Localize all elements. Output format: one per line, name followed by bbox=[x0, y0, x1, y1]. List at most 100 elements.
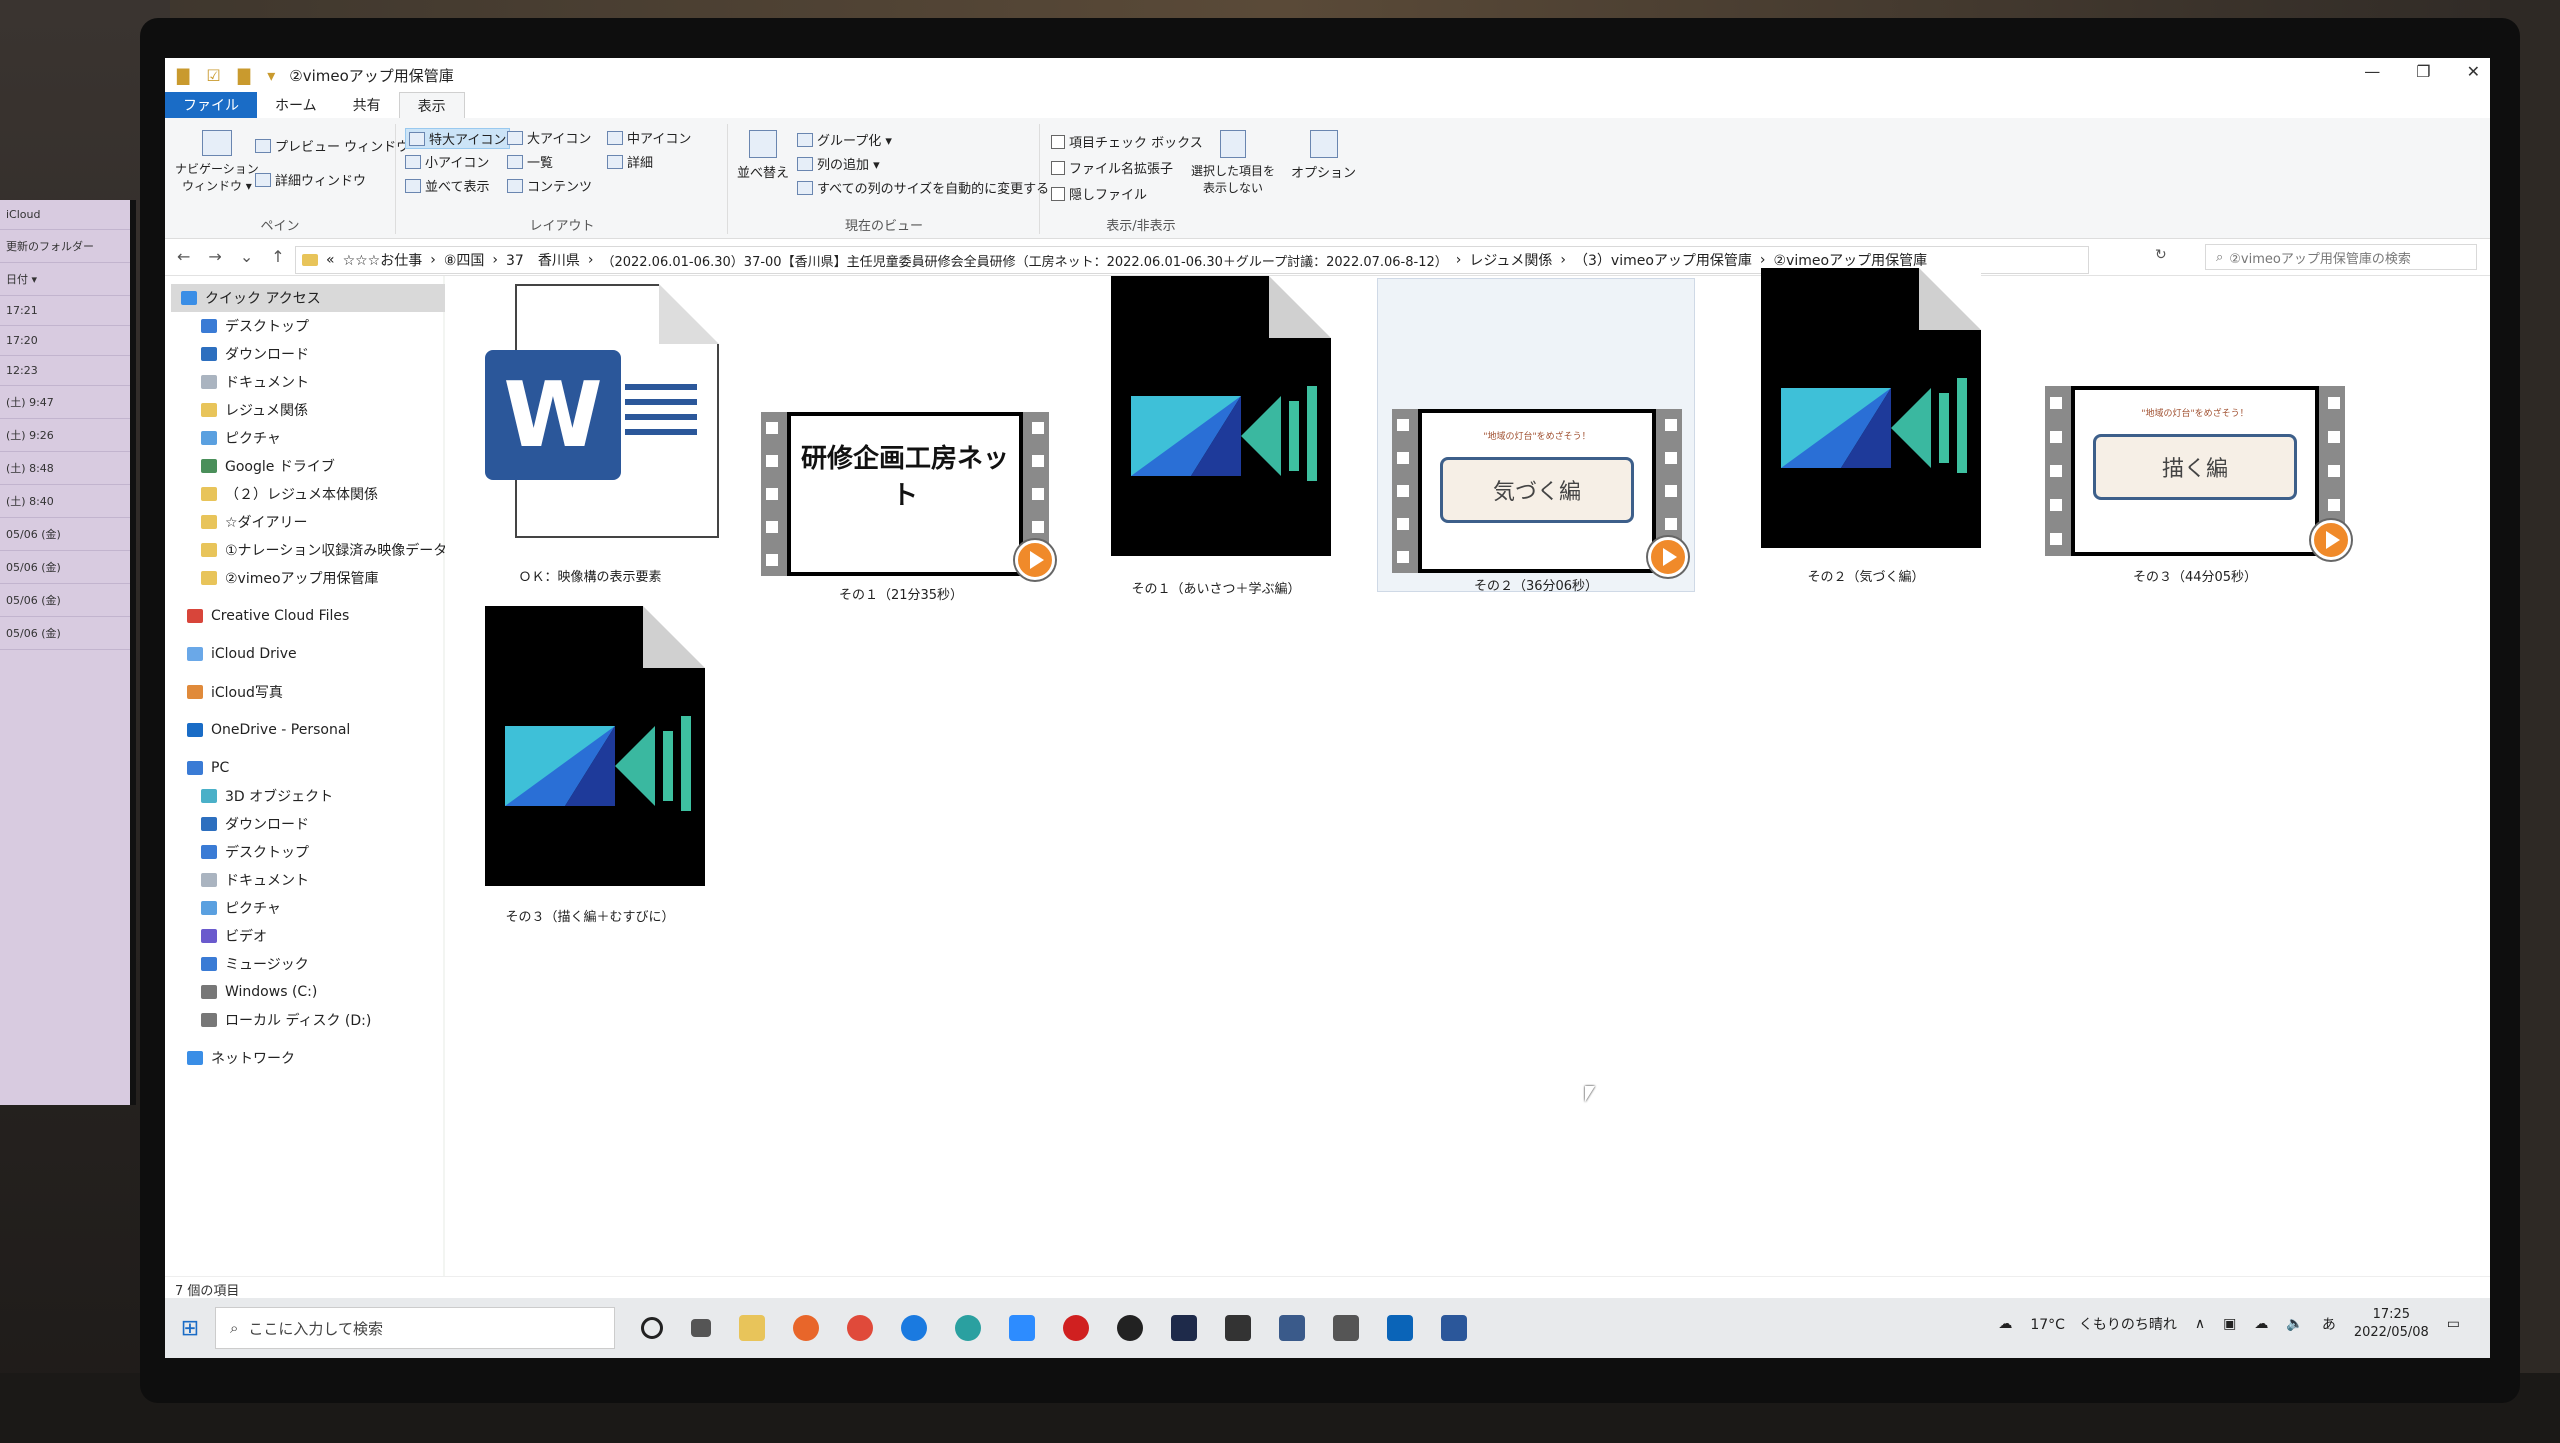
sidebar-item-pictures[interactable]: ピクチャ bbox=[201, 424, 281, 452]
breadcrumb-item[interactable]: ②vimeoアップ用保管庫 bbox=[1774, 250, 1928, 270]
add-columns-button[interactable]: 列の追加 ▾ bbox=[797, 154, 880, 173]
sidebar-pc[interactable]: PC bbox=[187, 754, 229, 782]
layout-details[interactable]: 詳細 bbox=[607, 152, 653, 171]
zoom-icon[interactable] bbox=[1009, 1315, 1035, 1341]
sidebar-icloud-photos[interactable]: iCloud写真 bbox=[187, 678, 283, 706]
windows-start-icon[interactable]: ⊞ bbox=[165, 1316, 215, 1341]
sidebar-item-resume[interactable]: レジュメ関係 bbox=[201, 396, 308, 424]
fit-columns-button[interactable]: すべての列のサイズを自動的に変更する bbox=[797, 178, 1049, 197]
sidebar-pc-item[interactable]: ローカル ディスク (D:) bbox=[201, 1006, 371, 1034]
preview-pane-button[interactable]: プレビュー ウィンドウ bbox=[255, 136, 409, 155]
outlook-icon[interactable] bbox=[1387, 1315, 1413, 1341]
quick-access-toolbar-icon[interactable]: ▇ ☑ ▇ ▾ bbox=[177, 66, 281, 85]
chevron-up-icon[interactable]: ∧ bbox=[2195, 1316, 2205, 1332]
search-box[interactable]: ⌕ ②vimeoアップ用保管庫の検索 bbox=[2205, 244, 2477, 270]
task-view-icon[interactable] bbox=[691, 1319, 711, 1337]
layout-tiles[interactable]: 並べて表示 bbox=[405, 176, 489, 195]
sidebar-network[interactable]: ネットワーク bbox=[187, 1044, 295, 1072]
sidebar-item-folder[interactable]: ②vimeoアップ用保管庫 bbox=[201, 564, 379, 592]
app-icon[interactable] bbox=[1225, 1315, 1251, 1341]
options-button[interactable]: オプション bbox=[1291, 130, 1356, 181]
weather-text[interactable]: 17°C くもりのち晴れ bbox=[2030, 1314, 2177, 1334]
close-button[interactable]: ✕ bbox=[2467, 62, 2480, 81]
layout-medium-icons[interactable]: 中アイコン bbox=[607, 128, 691, 147]
tab-file[interactable]: ファイル bbox=[165, 92, 257, 118]
layout-content[interactable]: コンテンツ bbox=[507, 176, 592, 195]
back-arrow-icon[interactable]: ← bbox=[177, 247, 190, 266]
sidebar-item-folder[interactable]: ☆ダイアリー bbox=[201, 508, 308, 536]
details-pane-button[interactable]: 詳細ウィンドウ bbox=[255, 170, 366, 189]
checkbox[interactable] bbox=[1051, 186, 1065, 201]
powerdirector-taskbar-icon[interactable] bbox=[1171, 1315, 1197, 1341]
sidebar-pc-item[interactable]: 3D オブジェクト bbox=[201, 782, 333, 810]
breadcrumb-item[interactable]: ☆☆☆お仕事 bbox=[343, 250, 423, 270]
layout-list[interactable]: 一覧 bbox=[507, 152, 553, 171]
sidebar-pc-item[interactable]: ビデオ bbox=[201, 922, 267, 950]
sidebar-creative-cloud[interactable]: Creative Cloud Files bbox=[187, 602, 349, 630]
layout-small-icons[interactable]: 小アイコン bbox=[405, 152, 489, 171]
notification-icon[interactable]: ▭ bbox=[2447, 1316, 2460, 1332]
sidebar-item-desktop[interactable]: デスクトップ bbox=[201, 312, 309, 340]
tab-view[interactable]: 表示 bbox=[398, 92, 465, 118]
hidden-files-toggle[interactable]: 隠しファイル bbox=[1051, 184, 1147, 203]
breadcrumb-item[interactable]: （2022.06.01-06.30）37-00【香川県】主任児童委員研修会全員研… bbox=[601, 251, 1447, 270]
sidebar-item-folder[interactable]: ①ナレーション収録済み映像データ bbox=[201, 536, 447, 564]
layout-large-icons[interactable]: 大アイコン bbox=[507, 128, 591, 147]
sidebar-pc-item[interactable]: Windows (C:) bbox=[201, 978, 317, 1006]
sort-button[interactable]: 並べ替え bbox=[737, 130, 789, 181]
breadcrumb-item[interactable]: レジュメ関係 bbox=[1469, 250, 1552, 270]
sidebar-item-google-drive[interactable]: Google ドライブ bbox=[201, 452, 335, 480]
sidebar-item-downloads[interactable]: ダウンロード bbox=[201, 340, 309, 368]
nav-pane-button[interactable]: ナビゲーション ウィンドウ ▾ bbox=[175, 130, 259, 194]
skype-icon[interactable] bbox=[901, 1315, 927, 1341]
file-tile-video[interactable]: 研修企画工房ネット その１（21分35秒） bbox=[751, 284, 1055, 603]
file-tile-powerdirector[interactable]: その２（気づく編） bbox=[1741, 268, 1991, 585]
edge-icon[interactable] bbox=[955, 1315, 981, 1341]
sidebar-pc-item[interactable]: ピクチャ bbox=[201, 894, 281, 922]
item-checkbox-toggle[interactable]: 項目チェック ボックス bbox=[1051, 132, 1203, 151]
file-ext-toggle[interactable]: ファイル名拡張子 bbox=[1051, 158, 1173, 177]
sidebar-pc-item[interactable]: ダウンロード bbox=[201, 810, 309, 838]
cloud-tray-icon[interactable]: ☁ bbox=[2254, 1316, 2268, 1332]
layout-xl-icons[interactable]: 特大アイコン bbox=[405, 128, 511, 149]
checkbox[interactable] bbox=[1051, 160, 1065, 175]
sidebar-icloud-drive[interactable]: iCloud Drive bbox=[187, 640, 297, 668]
file-tile-powerdirector[interactable]: その３（描く編＋むすびに） bbox=[465, 606, 715, 926]
breadcrumb-item[interactable]: （3）vimeoアップ用保管庫 bbox=[1574, 250, 1752, 270]
cortana-icon[interactable] bbox=[641, 1317, 663, 1339]
network-tray-icon[interactable]: ▣ bbox=[2223, 1316, 2236, 1332]
chrome-icon[interactable] bbox=[847, 1315, 873, 1341]
record-icon[interactable] bbox=[1063, 1315, 1089, 1341]
taskbar-search[interactable]: ⌕ ここに入力して検索 bbox=[215, 1307, 615, 1349]
sidebar-onedrive[interactable]: OneDrive - Personal bbox=[187, 716, 350, 744]
sidebar-item-documents[interactable]: ドキュメント bbox=[201, 368, 309, 396]
app-icon[interactable] bbox=[1117, 1315, 1143, 1341]
tab-home[interactable]: ホーム bbox=[257, 92, 335, 118]
sidebar-item-folder[interactable]: （２）レジュメ本体関係 bbox=[201, 480, 378, 508]
group-by-button[interactable]: グループ化 ▾ bbox=[797, 130, 892, 149]
app-icon[interactable] bbox=[1279, 1315, 1305, 1341]
hide-selected-button[interactable]: 選択した項目を 表示しない bbox=[1191, 130, 1275, 196]
minimize-button[interactable]: — bbox=[2364, 62, 2380, 81]
maximize-button[interactable]: ❐ bbox=[2416, 62, 2430, 81]
up-arrow-icon[interactable]: ↑ bbox=[271, 247, 284, 266]
file-tile-video[interactable]: "地域の灯台"をめざそう！ 描く編 その３（44分05秒） bbox=[2035, 276, 2355, 586]
camera-icon[interactable] bbox=[1333, 1315, 1359, 1341]
sidebar-pc-item[interactable]: デスクトップ bbox=[201, 838, 309, 866]
ime-indicator[interactable]: あ bbox=[2322, 1314, 2336, 1334]
file-tile-powerdirector[interactable]: その１（あいさつ＋学ぶ編） bbox=[1091, 276, 1341, 597]
firefox-icon[interactable] bbox=[793, 1315, 819, 1341]
forward-arrow-icon[interactable]: → bbox=[208, 247, 221, 266]
file-explorer-icon[interactable] bbox=[739, 1315, 765, 1341]
refresh-icon[interactable]: ↻ bbox=[2155, 247, 2167, 263]
tab-share[interactable]: 共有 bbox=[335, 92, 399, 118]
weather-icon[interactable]: ☁ bbox=[1998, 1316, 2012, 1332]
word-taskbar-icon[interactable] bbox=[1441, 1315, 1467, 1341]
sidebar-quick-access[interactable]: クイック アクセス bbox=[171, 284, 451, 312]
recent-chevron-icon[interactable]: ⌄ bbox=[240, 247, 253, 266]
volume-icon[interactable]: 🔈 bbox=[2286, 1316, 2303, 1332]
clock[interactable]: 17:25 2022/05/08 bbox=[2354, 1306, 2429, 1342]
sidebar-pc-item[interactable]: ミュージック bbox=[201, 950, 309, 978]
breadcrumb-item[interactable]: 37 香川県 bbox=[506, 250, 580, 270]
checkbox[interactable] bbox=[1051, 134, 1065, 149]
